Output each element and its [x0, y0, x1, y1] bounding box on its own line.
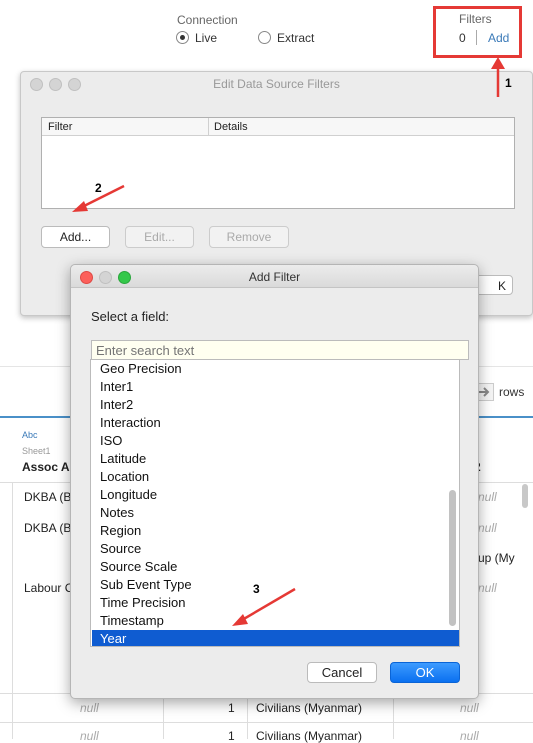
annotation-arrow-1	[491, 57, 505, 97]
annotation-label-2: 2	[95, 181, 102, 195]
annotation-label-3: 3	[253, 582, 260, 596]
annotation-arrows	[72, 57, 505, 626]
annotation-arrow-3	[232, 587, 296, 626]
annotation-label-1: 1	[505, 76, 512, 90]
